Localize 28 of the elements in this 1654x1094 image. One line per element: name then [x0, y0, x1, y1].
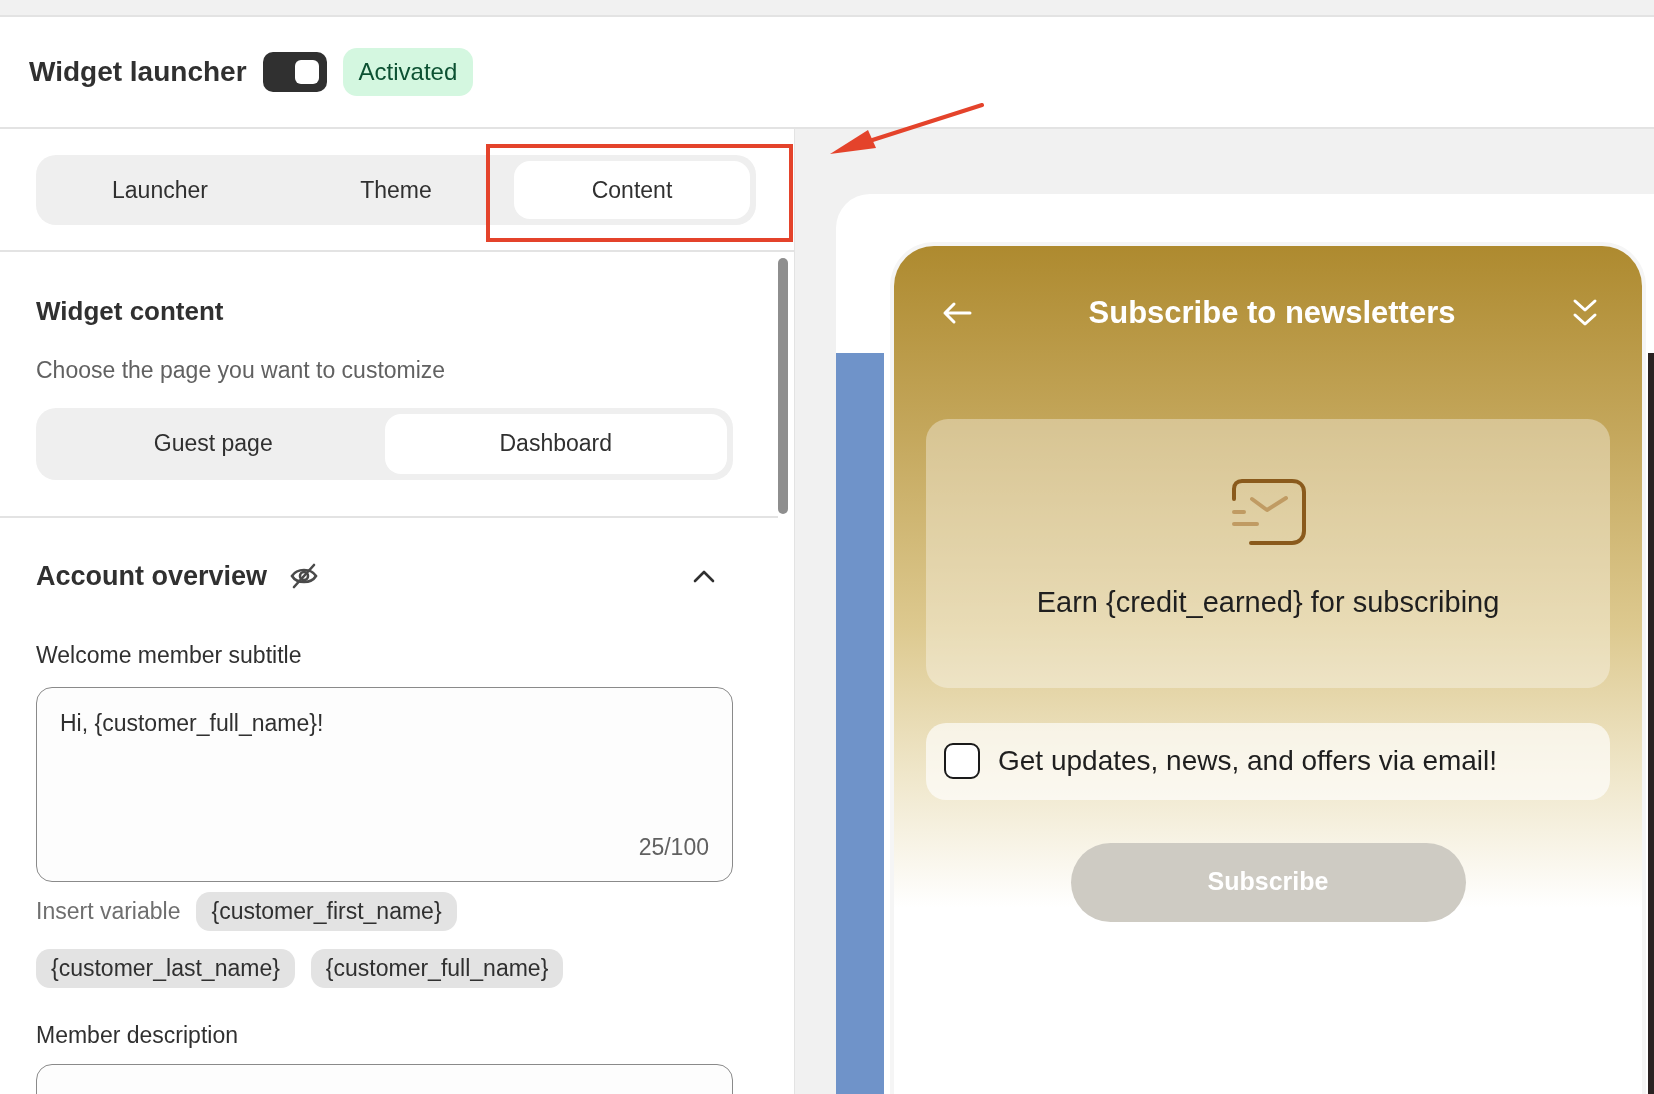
tab[interactable]: Launcher — [42, 161, 278, 219]
section-title: Widget content — [36, 295, 225, 328]
subtitle-field[interactable]: Hi, {customer_full_name}! 25/100 — [36, 686, 733, 882]
checkbox-label: Get updates, news, and offers via email! — [998, 744, 1498, 778]
envelope-icon — [1230, 478, 1306, 545]
field-label: Welcome member subtitle — [36, 641, 303, 670]
back-arrow-icon[interactable] — [942, 301, 972, 326]
tab[interactable]: Content — [514, 161, 750, 219]
variable-chip[interactable]: {customer_first_name} — [196, 891, 457, 931]
checkbox[interactable] — [944, 743, 980, 779]
chevron-icon[interactable] — [693, 568, 715, 583]
launcher-toggle[interactable] — [262, 52, 327, 92]
hidden-eye-icon[interactable] — [289, 562, 320, 589]
scrollbar[interactable] — [778, 258, 788, 514]
section-title: Account overview — [36, 559, 268, 593]
variable-chip[interactable]: {customer_full_name} — [310, 948, 564, 988]
page-title: Widget launcher — [29, 55, 247, 89]
page-option[interactable]: Dashboard — [384, 413, 727, 474]
insert-variable-label: Insert variable — [36, 896, 181, 926]
variable-chip[interactable]: {customer_last_name} — [36, 948, 295, 988]
character-counter: 25/100 — [638, 833, 709, 862]
tab[interactable]: Theme — [278, 161, 514, 219]
page-option[interactable]: Guest page — [42, 413, 385, 474]
widget-title: Subscribe to newsletters — [1087, 294, 1457, 332]
field-label: Member description — [36, 1020, 239, 1050]
status-badge: Activated — [342, 48, 474, 96]
section-description: Choose the page you want to customize — [36, 356, 447, 385]
reward-message: Earn {credit_earned} for subscribing — [1036, 584, 1500, 620]
